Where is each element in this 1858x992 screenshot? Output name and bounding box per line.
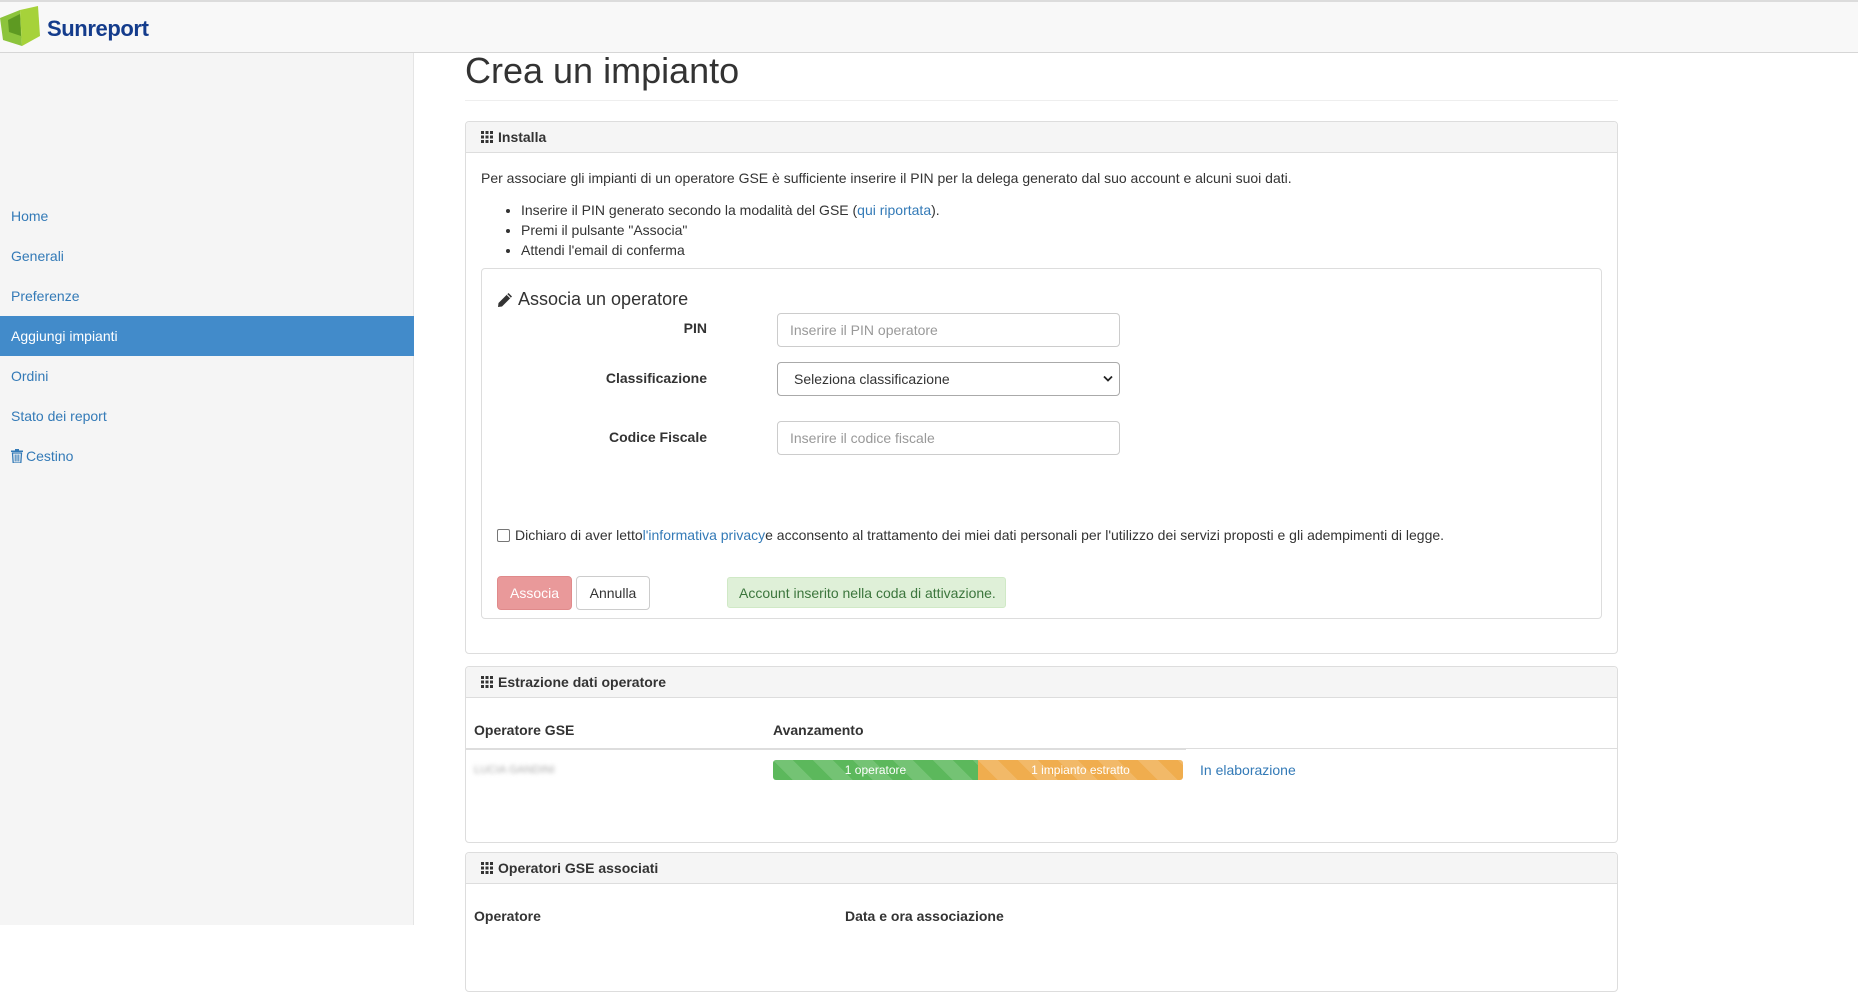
sidebar-item-label: Stato dei report bbox=[11, 408, 107, 424]
classificazione-label: Classificazione bbox=[605, 370, 707, 386]
sidebar-item-label: Ordini bbox=[11, 368, 49, 384]
grid-icon bbox=[481, 862, 493, 874]
column-header-operatore-gse: Operatore GSE bbox=[474, 722, 575, 738]
progress-segment-operatore: 1 operatore bbox=[773, 760, 978, 780]
sidebar-item-label: Cestino bbox=[26, 448, 74, 464]
column-header-data-ora: Data e ora associazione bbox=[845, 908, 1004, 924]
success-alert: Account inserito nella coda di attivazio… bbox=[727, 577, 1006, 608]
gse-instructions-link[interactable]: qui riportata bbox=[857, 202, 931, 218]
extraction-table-header: Operatore GSE Avanzamento bbox=[466, 708, 1186, 750]
sidebar-item-label: Aggiungi impianti bbox=[11, 328, 118, 344]
associate-operator-form: Associa un operatore PIN Classificazione… bbox=[481, 268, 1602, 619]
privacy-policy-link[interactable]: l'informativa privacy bbox=[643, 527, 766, 543]
sidebar-item-generali[interactable]: Generali bbox=[0, 236, 414, 276]
install-steps: Inserire il PIN generato secondo la moda… bbox=[481, 200, 940, 260]
associa-button[interactable]: Associa bbox=[497, 576, 572, 610]
step-item: Inserire il PIN generato secondo la moda… bbox=[521, 200, 940, 220]
privacy-checkbox[interactable] bbox=[497, 528, 510, 542]
associated-table-header: Operatore Data e ora associazione bbox=[466, 894, 1186, 936]
extraction-panel: Estrazione dati operatore Operatore GSE … bbox=[465, 666, 1618, 843]
sidebar-item-ordini[interactable]: Ordini bbox=[0, 356, 414, 396]
sidebar-item-home[interactable]: Home bbox=[0, 196, 414, 236]
install-intro: Per associare gli impianti di un operato… bbox=[481, 170, 1292, 186]
associated-panel-heading: Operatori GSE associati bbox=[466, 853, 1617, 884]
sidebar-item-label: Generali bbox=[11, 248, 64, 264]
sidebar: Home Generali Preferenze Aggiungi impian… bbox=[0, 53, 414, 925]
privacy-text: Dichiaro di aver letto bbox=[515, 527, 643, 543]
progress-segment-impianto: 1 impianto estratto bbox=[978, 760, 1183, 780]
pin-input[interactable] bbox=[777, 313, 1120, 347]
sidebar-item-label: Preferenze bbox=[11, 288, 80, 304]
pin-label: PIN bbox=[683, 320, 707, 336]
brand-logo[interactable]: Sunreport bbox=[0, 2, 149, 53]
chevron-down-icon bbox=[1103, 375, 1113, 382]
sidebar-item-preferenze[interactable]: Preferenze bbox=[0, 276, 414, 316]
install-panel-title: Installa bbox=[498, 129, 547, 145]
status-link-in-elaborazione[interactable]: In elaborazione bbox=[1200, 762, 1296, 778]
operator-name-redacted: LUCIA GANDINI bbox=[474, 764, 555, 776]
associate-form-title-text: Associa un operatore bbox=[518, 289, 689, 309]
extraction-panel-title: Estrazione dati operatore bbox=[498, 674, 667, 690]
page-title: Crea un impianto bbox=[465, 53, 1618, 101]
sidebar-item-stato-dei-report[interactable]: Stato dei report bbox=[0, 396, 414, 436]
classificazione-selected-value: Seleziona classificazione bbox=[794, 371, 950, 387]
trash-icon bbox=[11, 449, 23, 463]
top-navbar: Sunreport bbox=[0, 0, 1858, 53]
step1-text: Inserire il PIN generato secondo la moda… bbox=[521, 202, 858, 218]
extraction-panel-heading: Estrazione dati operatore bbox=[466, 667, 1617, 698]
privacy-consent: Dichiaro di aver letto l'informativa pri… bbox=[497, 527, 1444, 543]
associate-form-title: Associa un operatore bbox=[497, 289, 688, 310]
sidebar-nav: Home Generali Preferenze Aggiungi impian… bbox=[0, 196, 414, 476]
codice-fiscale-input[interactable] bbox=[777, 421, 1120, 455]
sidebar-item-cestino[interactable]: Cestino bbox=[0, 436, 414, 476]
privacy-text-end: e acconsento al trattamento dei miei dat… bbox=[765, 527, 1445, 543]
associated-panel-title: Operatori GSE associati bbox=[498, 860, 659, 876]
brand-name: Sunreport bbox=[47, 16, 149, 41]
step1-text-end: ). bbox=[931, 202, 940, 218]
extraction-progress-bar: 1 operatore 1 impianto estratto bbox=[773, 760, 1183, 780]
step-item: Premi il pulsante "Associa" bbox=[521, 220, 940, 240]
grid-icon bbox=[481, 131, 493, 143]
install-panel-heading: Installa bbox=[466, 122, 1617, 153]
sunreport-logo-icon bbox=[0, 5, 40, 46]
column-header-operatore: Operatore bbox=[474, 908, 541, 924]
table-divider bbox=[1186, 748, 1617, 749]
classificazione-select[interactable]: Seleziona classificazione bbox=[777, 362, 1120, 396]
sidebar-item-label: Home bbox=[11, 208, 49, 224]
step-item: Attendi l'email di conferma bbox=[521, 240, 940, 260]
annulla-button[interactable]: Annulla bbox=[576, 576, 650, 610]
grid-icon bbox=[481, 676, 493, 688]
sidebar-item-aggiungi-impianti[interactable]: Aggiungi impianti bbox=[0, 316, 414, 356]
associated-operators-panel: Operatori GSE associati Operatore Data e… bbox=[465, 852, 1618, 992]
pencil-icon bbox=[497, 292, 513, 308]
codice-fiscale-label: Codice Fiscale bbox=[608, 429, 707, 445]
install-panel: Installa Per associare gli impianti di u… bbox=[465, 121, 1618, 654]
column-header-avanzamento: Avanzamento bbox=[773, 722, 864, 738]
